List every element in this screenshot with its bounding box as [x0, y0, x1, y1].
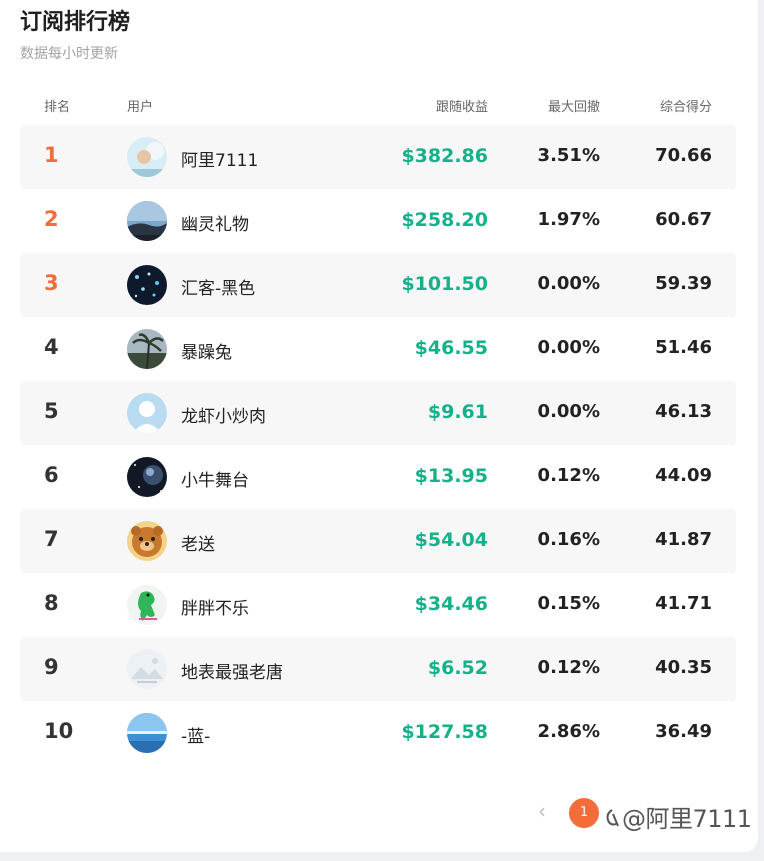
- user-name[interactable]: 龙虾小炒肉: [181, 402, 266, 427]
- gain-cell: $6.52: [427, 657, 488, 679]
- rank-cell: 7: [44, 527, 59, 551]
- column-header-score: 综合得分: [659, 100, 712, 115]
- avatar-bear-icon[interactable]: [127, 521, 167, 561]
- user-name[interactable]: 地表最强老唐: [181, 658, 283, 683]
- avatar-sky-icon[interactable]: [127, 201, 167, 241]
- page-1-button[interactable]: 1: [569, 798, 599, 828]
- watermark-text: @阿里7111: [622, 805, 752, 833]
- drawdown-cell: 0.12%: [537, 465, 600, 486]
- score-cell: 41.71: [655, 593, 712, 614]
- avatar-planet-icon[interactable]: [127, 457, 167, 497]
- user-name[interactable]: 汇客-黑色: [181, 274, 255, 299]
- avatar-lights-icon[interactable]: [127, 265, 167, 305]
- score-cell: 41.87: [655, 529, 712, 550]
- table-row[interactable]: 4 暴躁兔 $46.55 0.00% 51.46: [20, 317, 736, 381]
- avatar-placeholder-icon[interactable]: [127, 649, 167, 689]
- score-cell: 59.39: [655, 273, 712, 294]
- user-name[interactable]: 胖胖不乐: [181, 594, 249, 619]
- table-row[interactable]: 7 老送 $54.04 0.16% 41.87: [20, 509, 736, 573]
- leaderboard-card: 订阅排行榜 数据每小时更新 排名 用户 跟随收益 最大回撤 综合得分 1 阿里7…: [0, 0, 758, 852]
- gain-cell: $46.55: [414, 337, 488, 359]
- user-name[interactable]: 阿里7111: [181, 146, 258, 171]
- watermark: @阿里7111: [604, 799, 752, 834]
- drawdown-cell: 0.12%: [537, 657, 600, 678]
- user-name[interactable]: 小牛舞台: [181, 466, 249, 491]
- zhihu-logo-icon: [604, 806, 620, 834]
- rank-cell: 1: [44, 143, 59, 167]
- drawdown-cell: 2.86%: [537, 721, 600, 742]
- gain-cell: $258.20: [401, 209, 488, 231]
- chevron-left-icon[interactable]: ‹: [538, 799, 546, 823]
- rank-cell: 2: [44, 207, 59, 231]
- drawdown-cell: 0.00%: [537, 401, 600, 422]
- avatar-default-icon[interactable]: [127, 393, 167, 433]
- score-cell: 40.35: [655, 657, 712, 678]
- rank-cell: 5: [44, 399, 59, 423]
- rank-cell: 4: [44, 335, 59, 359]
- user-name[interactable]: 幽灵礼物: [181, 210, 249, 235]
- drawdown-cell: 0.15%: [537, 593, 600, 614]
- gain-cell: $54.04: [414, 529, 488, 551]
- avatar-palm-icon[interactable]: [127, 329, 167, 369]
- table-row[interactable]: 3 汇客-黑色 $101.50 0.00% 59.39: [20, 253, 736, 317]
- user-name[interactable]: -蓝-: [181, 722, 210, 747]
- score-cell: 70.66: [655, 145, 712, 166]
- table-row[interactable]: 5 龙虾小炒肉 $9.61 0.00% 46.13: [20, 381, 736, 445]
- page-title: 订阅排行榜: [20, 10, 131, 35]
- score-cell: 51.46: [655, 337, 712, 358]
- rank-cell: 10: [44, 719, 74, 743]
- user-name[interactable]: 暴躁兔: [181, 338, 232, 363]
- gain-cell: $382.86: [401, 145, 488, 167]
- column-header-gain: 跟随收益: [435, 100, 488, 115]
- gain-cell: $9.61: [427, 401, 488, 423]
- drawdown-cell: 3.51%: [537, 145, 600, 166]
- table-row[interactable]: 2 幽灵礼物 $258.20 1.97% 60.67: [20, 189, 736, 253]
- score-cell: 60.67: [655, 209, 712, 230]
- table-row[interactable]: 10 -蓝- $127.58 2.86% 36.49: [20, 701, 736, 765]
- page-subtitle: 数据每小时更新: [20, 46, 118, 62]
- drawdown-cell: 1.97%: [537, 209, 600, 230]
- gain-cell: $101.50: [401, 273, 488, 295]
- table-header: 排名 用户 跟随收益 最大回撤 综合得分: [20, 96, 736, 116]
- gain-cell: $127.58: [401, 721, 488, 743]
- avatar-sea-icon[interactable]: [127, 713, 167, 753]
- table-row[interactable]: 1 阿里7111 $382.86 3.51% 70.66: [20, 125, 736, 189]
- user-name[interactable]: 老送: [181, 530, 215, 555]
- table-row[interactable]: 9 地表最强老唐 $6.52 0.12% 40.35: [20, 637, 736, 701]
- column-header-drawdown: 最大回撤: [547, 100, 600, 115]
- table-row[interactable]: 6 小牛舞台 $13.95 0.12% 44.09: [20, 445, 736, 509]
- drawdown-cell: 0.00%: [537, 337, 600, 358]
- drawdown-cell: 0.00%: [537, 273, 600, 294]
- rank-cell: 3: [44, 271, 59, 295]
- column-header-rank: 排名: [44, 100, 71, 115]
- column-header-user: 用户: [127, 100, 154, 115]
- gain-cell: $34.46: [414, 593, 488, 615]
- score-cell: 36.49: [655, 721, 712, 742]
- rank-cell: 8: [44, 591, 59, 615]
- gain-cell: $13.95: [414, 465, 488, 487]
- score-cell: 46.13: [655, 401, 712, 422]
- table-row[interactable]: 8 胖胖不乐 $34.46 0.15% 41.71: [20, 573, 736, 637]
- avatar-child-icon[interactable]: [127, 137, 167, 177]
- rank-cell: 9: [44, 655, 59, 679]
- avatar-dino-icon[interactable]: [127, 585, 167, 625]
- score-cell: 44.09: [655, 465, 712, 486]
- drawdown-cell: 0.16%: [537, 529, 600, 550]
- rank-cell: 6: [44, 463, 59, 487]
